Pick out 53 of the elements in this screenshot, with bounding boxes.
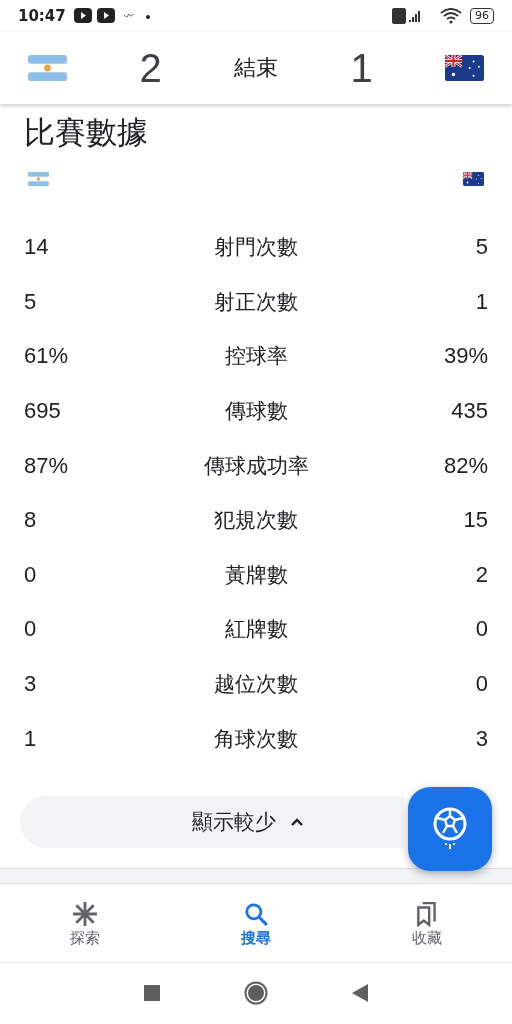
recents-icon[interactable] [144, 985, 160, 1002]
home-stat-value: 61% [24, 343, 69, 369]
home-stat-value: 1 [24, 725, 37, 751]
away-stat-value: 0 [475, 671, 488, 697]
away-stat-value: 15 [463, 507, 488, 533]
home-stat-value: 3 [24, 671, 37, 697]
home-stat-value: 5 [24, 288, 37, 314]
show-less-button[interactable]: 顯示較少 [20, 795, 404, 848]
notification-dot-icon [123, 12, 150, 20]
stat-label: 傳球成功率 [203, 453, 309, 478]
away-stat-value: 5 [475, 234, 488, 260]
status-time: 10:47 [18, 7, 66, 25]
away-stat-value: 435 [451, 398, 488, 424]
stat-label: 角球次數 [214, 726, 298, 751]
nav-tab[interactable]: 收藏 [366, 900, 487, 950]
soccer-ball-button[interactable] [408, 787, 492, 871]
home-stat-value: 0 [24, 561, 37, 587]
away-stat-value: 2 [475, 561, 488, 587]
home-score: 2 [139, 45, 162, 91]
away-score: 1 [350, 45, 373, 91]
stat-label: 黃牌數 [224, 562, 288, 587]
stat-label: 越位次數 [214, 672, 298, 697]
away-stat-value: 82% [443, 452, 488, 478]
video-app-icon [73, 8, 116, 24]
home-icon[interactable] [244, 981, 268, 1006]
stat-label: 犯規次數 [214, 508, 298, 533]
search-icon [243, 901, 269, 928]
wifi-icon [440, 8, 462, 24]
stat-label: 射正次數 [214, 289, 298, 314]
stat-label: 射門次數 [214, 235, 298, 260]
away-stat-value: 0 [475, 616, 488, 642]
nav-tab[interactable]: 搜尋 [196, 900, 316, 950]
stat-label: 控球率 [224, 344, 288, 369]
nav-tab[interactable]: 探索 [25, 900, 146, 950]
match-status: 結束 [234, 54, 278, 82]
australia-flag-icon [445, 55, 484, 81]
argentina-flag-icon [28, 172, 49, 186]
home-stat-value: 695 [24, 398, 61, 424]
away-stat-value: 1 [475, 288, 488, 314]
australia-flag-icon [463, 172, 484, 186]
home-stat-value: 0 [24, 616, 37, 642]
stat-label: 紅牌數 [224, 617, 288, 642]
home-stat-value: 8 [24, 507, 37, 533]
stat-label: 傳球數 [224, 399, 288, 424]
back-icon[interactable] [352, 984, 368, 1003]
battery-indicator: 96 [470, 8, 494, 24]
away-stat-value: 39% [443, 343, 488, 369]
home-stat-value: 87% [24, 452, 69, 478]
section-title: 比賽數據 [24, 113, 149, 152]
asterisk-icon [72, 901, 99, 928]
argentina-flag-icon [28, 55, 67, 81]
home-stat-value: 14 [24, 234, 49, 260]
away-stat-value: 3 [475, 725, 488, 751]
